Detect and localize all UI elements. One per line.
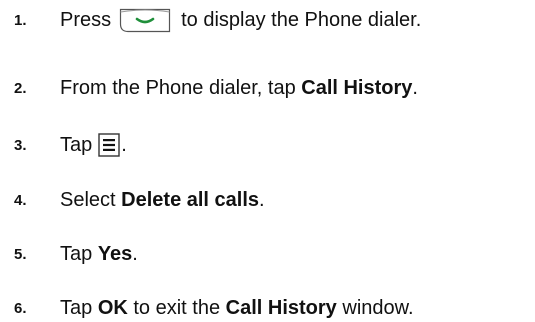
step-number: 1. xyxy=(14,11,27,29)
step-number: 2. xyxy=(14,79,27,97)
step-text-after: window. xyxy=(336,296,414,319)
step-text-before: Tap xyxy=(60,296,98,319)
step-text: From the Phone dialer, tap Call History … xyxy=(60,77,418,100)
step-text-before: Tap xyxy=(60,242,98,265)
step-text-before: Press xyxy=(60,8,112,31)
step-text-bold: Delete all calls xyxy=(121,188,260,211)
step-text-before: Tap xyxy=(60,133,93,156)
step-number: 6. xyxy=(14,299,27,317)
instruction-steps: 1. Press to display the Phone dialer. 2.… xyxy=(0,0,535,322)
step-text: Tap Yes . xyxy=(60,243,138,266)
step-text: Press to display the Phone dialer. xyxy=(60,7,421,33)
step-text-after: . xyxy=(121,133,127,156)
menu-icon xyxy=(98,133,120,157)
step-text: Tap OK to exit the Call History window. xyxy=(60,297,414,320)
step-number: 3. xyxy=(14,136,27,154)
step-number: 4. xyxy=(14,191,27,209)
step-text-bold: OK xyxy=(97,296,128,319)
step-text-after: . xyxy=(132,242,138,265)
step-text-bold: Call History xyxy=(301,76,413,99)
step-text-middle: to exit the xyxy=(127,296,226,319)
step-text: Select Delete all calls . xyxy=(60,189,265,212)
step-text-bold-2: Call History xyxy=(225,296,337,319)
step-number: 5. xyxy=(14,245,27,263)
call-key-icon xyxy=(119,7,171,33)
step-text-before: Select xyxy=(60,188,122,211)
step-text-after: to display the Phone dialer. xyxy=(181,8,422,31)
step-text-bold: Yes xyxy=(97,242,133,265)
step-text-after: . xyxy=(412,76,418,99)
step-text-after: . xyxy=(259,188,265,211)
step-text: Tap . xyxy=(60,133,127,157)
step-text-before: From the Phone dialer, tap xyxy=(60,76,302,99)
